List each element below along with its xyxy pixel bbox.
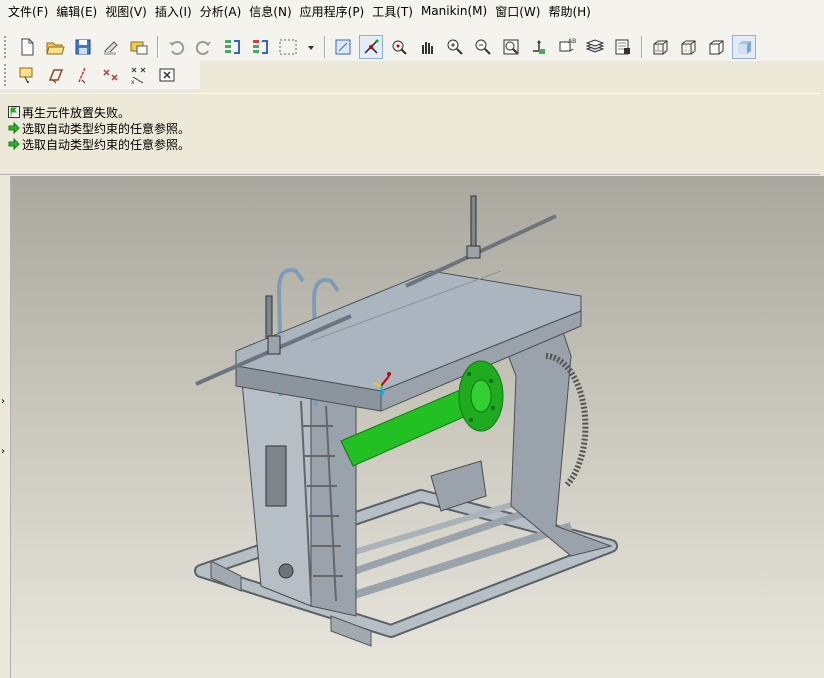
datum-toolbar: x (0, 61, 200, 89)
model-tree-collapsed-strip[interactable]: › › (0, 176, 11, 678)
hidden-line-icon[interactable] (676, 35, 700, 59)
main-toolbar: AB (0, 33, 824, 61)
menu-info[interactable]: 信息(N) (245, 3, 295, 20)
message-line: 选取自动类型约束的任意参照。 (8, 136, 190, 152)
regenerate-manager-icon[interactable] (248, 35, 272, 59)
expand-arrow-icon[interactable]: › (1, 396, 5, 407)
message-text: 选取自动类型约束的任意参照。 (22, 137, 191, 152)
menu-view[interactable]: 视图(V) (101, 3, 151, 20)
redo-icon[interactable] (192, 35, 216, 59)
datum-axes-icon[interactable] (43, 63, 67, 87)
menu-analysis[interactable]: 分析(A) (196, 3, 246, 20)
close-window-icon[interactable] (155, 63, 179, 87)
menu-applications[interactable]: 应用程序(P) (296, 3, 369, 20)
message-area: 再生元件放置失败。 选取自动类型约束的任意参照。 选取自动类型约束的任意参照。 (0, 93, 820, 175)
layers-icon[interactable] (583, 35, 607, 59)
reorient-icon[interactable] (527, 35, 551, 59)
toolbar-separator (324, 36, 325, 58)
annotations-icon[interactable]: x (127, 63, 151, 87)
new-file-icon[interactable] (15, 35, 39, 59)
datum-planes-icon[interactable] (15, 63, 39, 87)
zoom-in-icon[interactable] (443, 35, 467, 59)
menu-manikin[interactable]: Manikin(M) (417, 4, 491, 18)
coordinate-systems-icon[interactable] (99, 63, 123, 87)
toolbar-grip[interactable] (4, 36, 9, 58)
open-folder-icon[interactable] (43, 35, 67, 59)
message-text: 选取自动类型约束的任意参照。 (22, 121, 191, 136)
svg-text:x: x (131, 79, 135, 85)
undo-icon[interactable] (164, 35, 188, 59)
expand-arrow-icon[interactable]: › (1, 446, 5, 457)
select-box-icon[interactable] (276, 35, 300, 59)
svg-text:AB: AB (568, 38, 576, 45)
repaint-icon[interactable] (331, 35, 355, 59)
shading-icon[interactable] (732, 35, 756, 59)
datum-points-icon[interactable] (71, 63, 95, 87)
message-line: 再生元件放置失败。 (8, 104, 130, 120)
zoom-out-icon[interactable] (471, 35, 495, 59)
email-icon[interactable] (127, 35, 151, 59)
view-manager-icon[interactable] (611, 35, 635, 59)
menu-file[interactable]: 文件(F) (4, 3, 52, 20)
green-arrow-icon (8, 138, 20, 150)
pan-icon[interactable] (415, 35, 439, 59)
toolbar-separator (641, 36, 642, 58)
print-icon[interactable] (99, 35, 123, 59)
spin-center-icon[interactable] (359, 35, 383, 59)
menu-edit[interactable]: 编辑(E) (52, 3, 101, 20)
menu-insert[interactable]: 插入(I) (151, 3, 196, 20)
refit-icon[interactable] (499, 35, 523, 59)
wireframe-icon[interactable] (648, 35, 672, 59)
dropdown-icon[interactable] (304, 35, 318, 59)
save-icon[interactable] (71, 35, 95, 59)
cad-model-assembly[interactable] (11, 176, 824, 678)
menu-window[interactable]: 窗口(W) (491, 3, 544, 20)
graphics-viewport[interactable] (11, 176, 824, 678)
message-text: 再生元件放置失败。 (22, 105, 131, 120)
green-arrow-icon (8, 122, 20, 134)
menu-bar: 文件(F) 编辑(E) 视图(V) 插入(I) 分析(A) 信息(N) 应用程序… (0, 0, 824, 34)
toolbar-grip[interactable] (4, 64, 9, 86)
menu-help[interactable]: 帮助(H) (544, 3, 594, 20)
menu-tools[interactable]: 工具(T) (368, 3, 417, 20)
regenerate-icon[interactable] (220, 35, 244, 59)
saved-views-icon[interactable]: AB (555, 35, 579, 59)
message-line: 选取自动类型约束的任意参照。 (8, 120, 190, 136)
toolbar-separator (157, 36, 158, 58)
orient-mode-icon[interactable] (387, 35, 411, 59)
no-hidden-icon[interactable] (704, 35, 728, 59)
warning-flag-icon (8, 106, 20, 118)
